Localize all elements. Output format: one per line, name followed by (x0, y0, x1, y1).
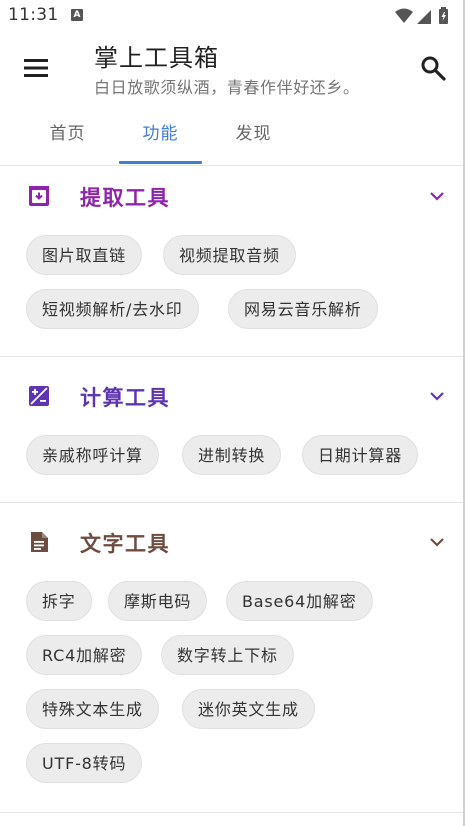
section-title: 文字工具 (80, 532, 170, 556)
chip-utf8[interactable]: UTF-8转码 (26, 743, 143, 783)
chip-image-link[interactable]: 图片取直链 (26, 235, 143, 275)
chip-superscript[interactable]: 数字转上下标 (161, 635, 294, 675)
section-text-tools: 文字工具 拆字 摩斯电码 Base64加解密 RC4加解密 数字转上下标 特殊文… (0, 513, 465, 813)
status-time: 11:31 (8, 5, 59, 25)
chip-base-convert[interactable]: 进制转换 (182, 435, 282, 475)
chip-base64[interactable]: Base64加解密 (226, 581, 373, 621)
chevron-down-icon[interactable] (427, 386, 447, 406)
tab-indicator (119, 161, 202, 164)
chip-short-video-parse[interactable]: 短视频解析/去水印 (26, 289, 199, 329)
status-bar: 11:31 A (0, 0, 465, 32)
app-bar: 掌上工具箱 白日放歌须纵酒，青春作伴好还乡。 (0, 32, 465, 104)
tab-bar: 首页 功能 发现 (0, 104, 465, 166)
app-title: 掌上工具箱 (94, 44, 219, 72)
tab-discover[interactable]: 发现 (212, 104, 295, 164)
document-icon (31, 532, 48, 552)
chip-mini-english[interactable]: 迷你英文生成 (182, 689, 315, 729)
calculator-icon (29, 386, 49, 406)
chip-split-char[interactable]: 拆字 (26, 581, 92, 621)
chip-date-calc[interactable]: 日期计算器 (302, 435, 419, 475)
chip-special-text[interactable]: 特殊文本生成 (26, 689, 159, 729)
chip-morse[interactable]: 摩斯电码 (108, 581, 208, 621)
tab-home[interactable]: 首页 (26, 104, 109, 164)
section-title: 提取工具 (80, 186, 170, 210)
notification-a-icon: A (71, 9, 83, 21)
chip-netease-music[interactable]: 网易云音乐解析 (228, 289, 378, 329)
app-screen: 11:31 A 掌上工具箱 白日放歌须纵酒，青春作伴好还乡。 首页 功能 发现 (0, 0, 465, 826)
tab-features[interactable]: 功能 (119, 104, 202, 164)
chevron-down-icon[interactable] (427, 186, 447, 206)
section-calc-tools: 计算工具 亲戚称呼计算 进制转换 日期计算器 (0, 367, 465, 503)
wifi-icon (395, 8, 413, 23)
chip-rc4[interactable]: RC4加解密 (26, 635, 143, 675)
section-header[interactable]: 提取工具 (0, 167, 465, 227)
menu-icon[interactable] (22, 54, 50, 82)
status-icons (395, 7, 448, 24)
signal-icon (417, 10, 431, 24)
chevron-down-icon[interactable] (427, 532, 447, 552)
section-header[interactable]: 计算工具 (0, 367, 465, 427)
archive-icon (29, 186, 49, 206)
section-title: 计算工具 (80, 386, 170, 410)
app-subtitle: 白日放歌须纵酒，青春作伴好还乡。 (94, 78, 360, 97)
chip-video-audio[interactable]: 视频提取音频 (163, 235, 296, 275)
chip-relative-title[interactable]: 亲戚称呼计算 (26, 435, 159, 475)
section-extract-tools: 提取工具 图片取直链 视频提取音频 短视频解析/去水印 网易云音乐解析 (0, 167, 465, 357)
section-header[interactable]: 文字工具 (0, 513, 465, 573)
search-icon[interactable] (419, 54, 447, 82)
